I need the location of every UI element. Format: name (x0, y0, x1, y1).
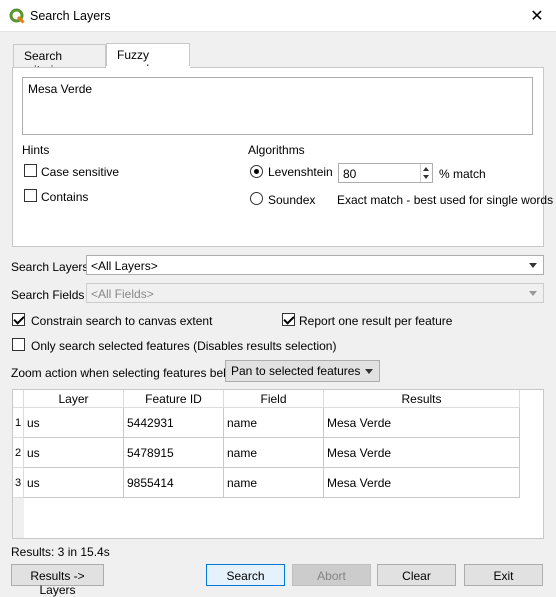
constrain-extent-label: Constrain search to canvas extent (31, 314, 213, 328)
spinbox-buttons[interactable] (420, 164, 432, 182)
cell-layer[interactable]: us (24, 408, 124, 438)
search-text-value: Mesa Verde (28, 82, 93, 96)
contains-checkbox[interactable] (24, 189, 37, 202)
cell-result[interactable]: Mesa Verde (324, 438, 520, 468)
match-suffix: % match (439, 167, 486, 181)
search-fields-combo[interactable]: <All Fields> (86, 283, 544, 303)
results-to-layers-button[interactable]: Results -> Layers (11, 564, 104, 597)
row-number[interactable]: 2 (13, 438, 24, 468)
cell-field[interactable]: name (224, 408, 324, 438)
contains-label: Contains (41, 190, 89, 204)
levenshtein-label: Levenshtein (268, 165, 333, 179)
tab-join-mask (106, 66, 190, 69)
row-header-filler (13, 498, 24, 538)
row-number[interactable]: 1 (13, 408, 24, 438)
tab-fuzzy-search[interactable]: Fuzzy search (106, 43, 190, 76)
results-table[interactable]: Layer Feature ID Field Results 1 us 5442… (12, 389, 544, 539)
tab-search-criteria[interactable]: Search criteria (13, 44, 106, 77)
exit-button[interactable]: Exit (464, 564, 543, 586)
cell-feature-id[interactable]: 5442931 (124, 408, 224, 438)
search-text-area[interactable]: Mesa Verde (22, 77, 533, 135)
match-percent-spinbox[interactable]: 80 (338, 163, 433, 183)
column-header-feature-id[interactable]: Feature ID (124, 390, 224, 408)
search-button[interactable]: Search (206, 564, 285, 586)
corner-header (13, 390, 24, 408)
window-title: Search Layers (30, 9, 111, 23)
soundex-radio[interactable] (250, 192, 263, 205)
cell-result[interactable]: Mesa Verde (324, 408, 520, 438)
report-one-checkbox[interactable] (282, 313, 295, 326)
case-sensitive-label: Case sensitive (41, 165, 120, 179)
cell-feature-id[interactable]: 5478915 (124, 438, 224, 468)
match-percent-value: 80 (343, 167, 357, 181)
zoom-action-combo[interactable]: Pan to selected features (225, 360, 380, 382)
search-fields-label: Search Fields (11, 288, 85, 302)
cell-feature-id[interactable]: 9855414 (124, 468, 224, 498)
zoom-action-label: Zoom action when selecting features belo… (11, 366, 242, 380)
search-fields-value: <All Fields> (91, 287, 154, 301)
levenshtein-radio[interactable] (250, 165, 263, 178)
qgis-logo-icon (9, 8, 25, 24)
only-selected-label: Only search selected features (Disables … (31, 339, 337, 353)
zoom-action-value: Pan to selected features (231, 364, 361, 378)
chevron-down-icon (365, 369, 373, 374)
soundex-note: Exact match - best used for single words (337, 193, 554, 207)
close-button[interactable]: ✕ (526, 6, 548, 26)
cell-layer[interactable]: us (24, 468, 124, 498)
column-header-field[interactable]: Field (224, 390, 324, 408)
cell-result[interactable]: Mesa Verde (324, 468, 520, 498)
column-header-results[interactable]: Results (324, 390, 520, 408)
cell-layer[interactable]: us (24, 438, 124, 468)
clear-button[interactable]: Clear (377, 564, 456, 586)
cell-field[interactable]: name (224, 468, 324, 498)
soundex-label: Soundex (268, 193, 316, 207)
chevron-down-icon (529, 263, 537, 268)
abort-button[interactable]: Abort (292, 564, 371, 586)
search-layers-value: <All Layers> (91, 259, 158, 273)
spin-down-icon[interactable] (423, 175, 429, 179)
algorithms-title: Algorithms (248, 143, 305, 157)
search-layers-combo[interactable]: <All Layers> (86, 255, 544, 275)
constrain-extent-checkbox[interactable] (12, 313, 25, 326)
hints-title: Hints (22, 143, 50, 157)
results-status: Results: 3 in 15.4s (11, 545, 110, 559)
only-selected-checkbox[interactable] (12, 338, 25, 351)
report-one-label: Report one result per feature (299, 314, 453, 328)
row-number[interactable]: 3 (13, 468, 24, 498)
cell-field[interactable]: name (224, 438, 324, 468)
column-header-layer[interactable]: Layer (24, 390, 124, 408)
search-layers-label: Search Layers (11, 260, 89, 274)
spin-up-icon[interactable] (423, 167, 429, 171)
case-sensitive-checkbox[interactable] (24, 164, 37, 177)
chevron-down-icon (529, 291, 537, 296)
